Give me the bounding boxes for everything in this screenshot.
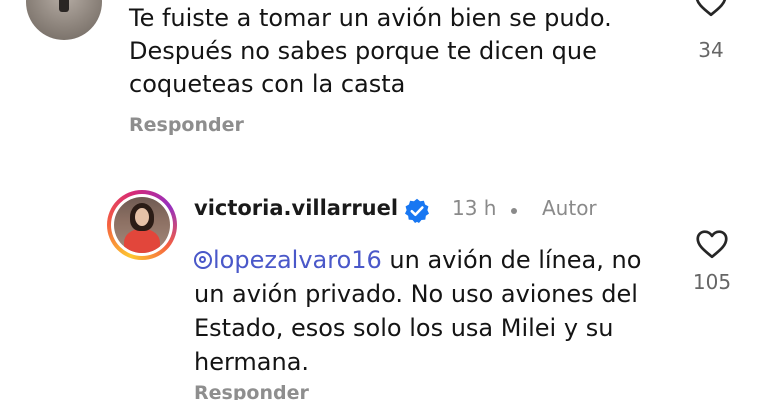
timestamp: 13 h	[452, 196, 497, 220]
threads-mention-icon	[194, 251, 212, 269]
comment-text: Te fuiste a tomar un avión bien se pudo.…	[129, 4, 612, 98]
like-count[interactable]: 105	[680, 270, 744, 294]
avatar-figure	[59, 0, 69, 12]
author-avatar[interactable]	[107, 190, 177, 260]
reply-text: lopezalvaro16 un avión de línea, no un a…	[194, 243, 664, 379]
comments-thread: Te fuiste a tomar un avión bien se pudo.…	[0, 0, 768, 400]
reply-button[interactable]: Responder	[194, 382, 309, 400]
avatar-photo	[114, 197, 170, 253]
verified-badge-icon	[404, 198, 430, 224]
heart-icon[interactable]	[692, 0, 730, 20]
mention-handle: lopezalvaro16	[213, 246, 382, 274]
mention-link[interactable]: lopezalvaro16	[194, 246, 382, 274]
author-badge: Autor	[542, 196, 597, 220]
heart-icon[interactable]	[693, 226, 731, 262]
like-count[interactable]: 34	[680, 38, 742, 62]
commenter-avatar[interactable]	[26, 0, 102, 40]
reply-button[interactable]: Responder	[129, 114, 244, 136]
separator-dot	[511, 208, 517, 214]
username-link[interactable]: victoria.villarruel	[194, 196, 398, 220]
